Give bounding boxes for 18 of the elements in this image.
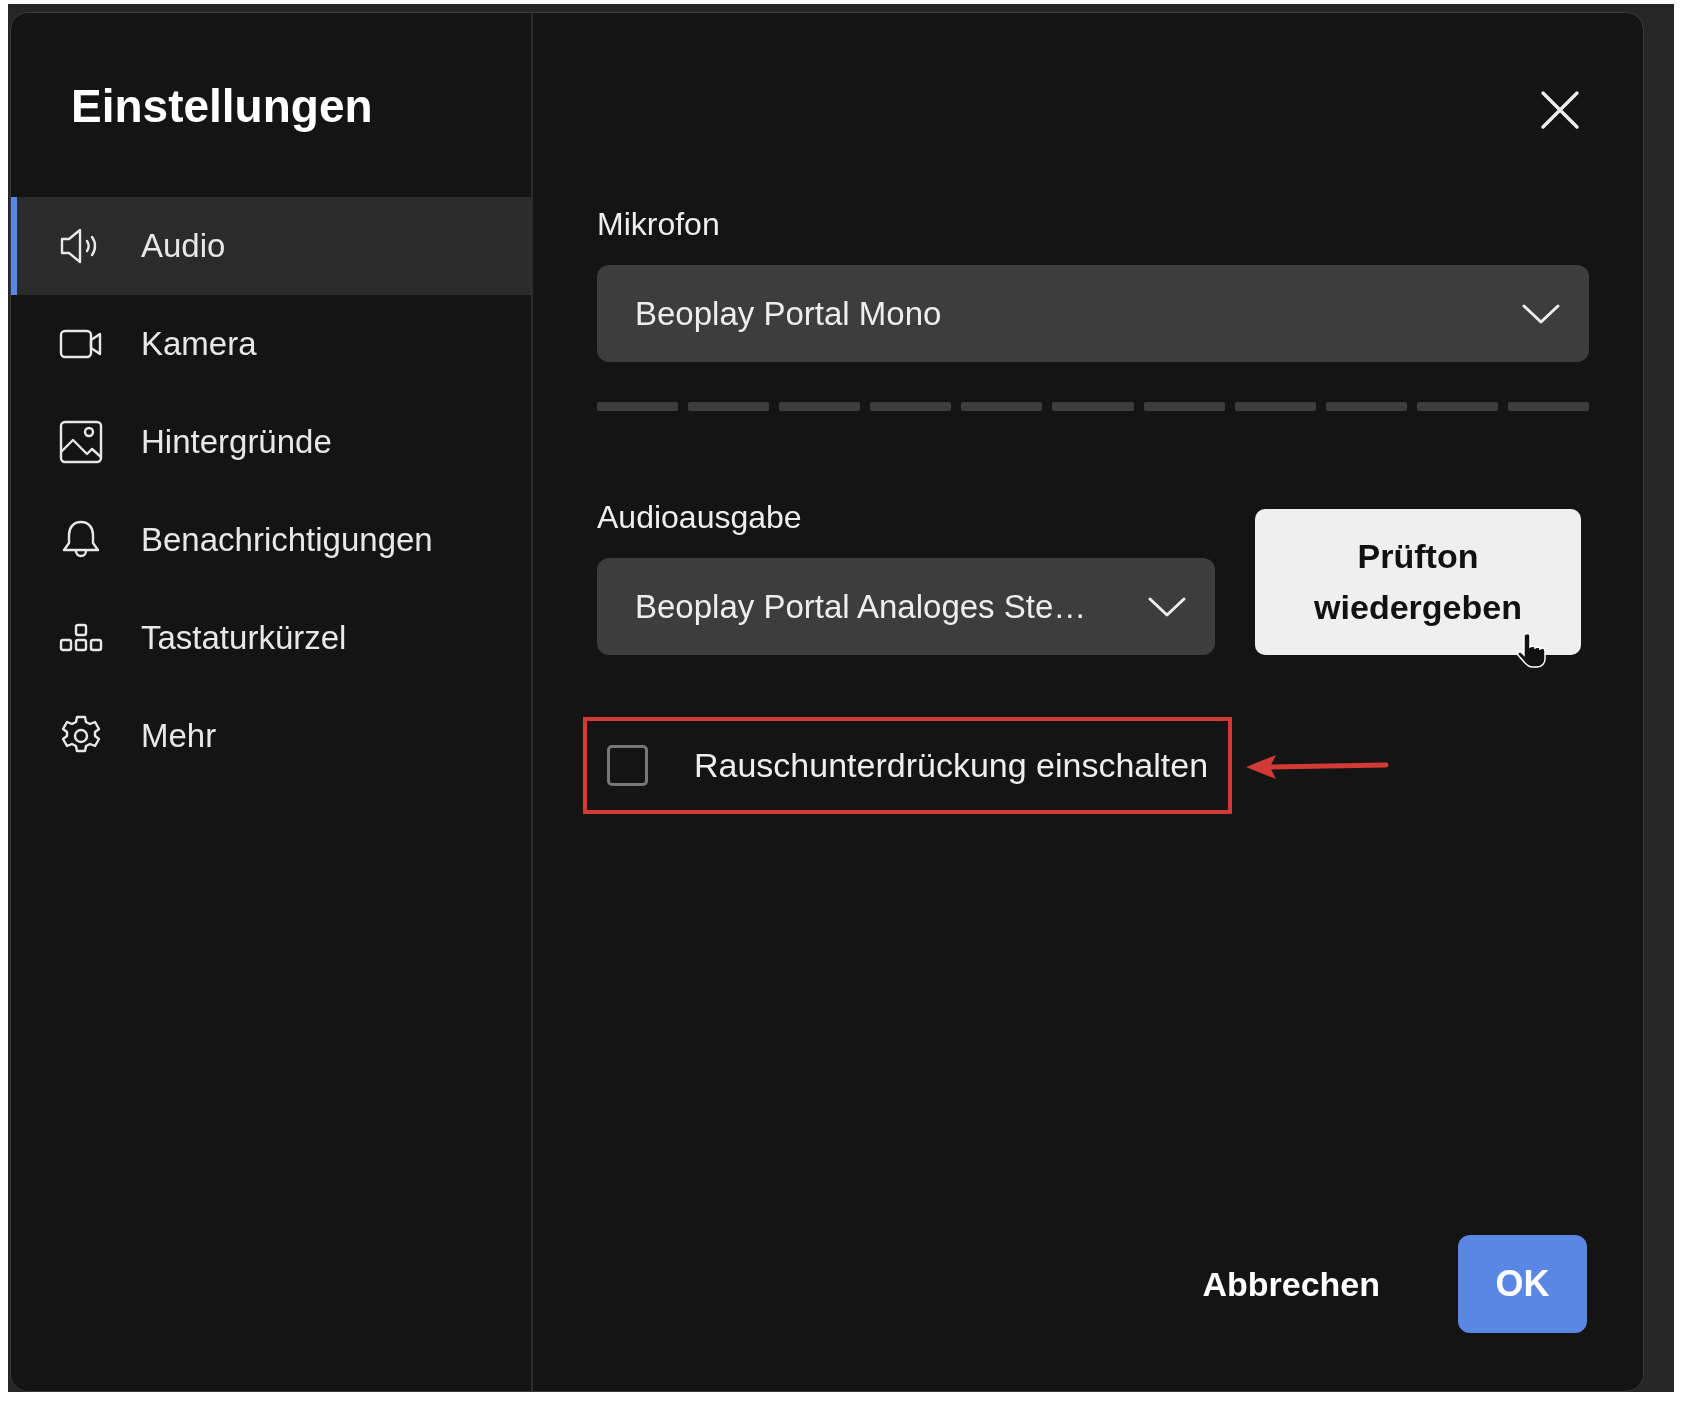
close-icon[interactable] (1539, 89, 1581, 131)
field-label: Audioausgabe (597, 499, 803, 536)
nav-item[interactable]: Hintergründe (11, 393, 531, 491)
microphone-dropdown[interactable]: Beoplay Portal Mono (597, 265, 1589, 362)
nav-item[interactable]: Kamera (11, 295, 531, 393)
field-label: Mikrofon (597, 206, 721, 243)
nav-item[interactable]: Tastaturkürzel (11, 589, 531, 687)
checkbox-label: Rauschunterdrückung einschalten (694, 746, 1209, 785)
nav-item[interactable]: Mehr (11, 687, 531, 785)
ok-button[interactable]: OK (1458, 1235, 1587, 1333)
nav-item[interactable]: Audio (11, 197, 531, 295)
cancel-button[interactable]: Abbrechen (1202, 1264, 1380, 1304)
hand-cursor-icon (1517, 631, 1547, 669)
nav-item[interactable]: Benachrichtigungen (11, 491, 531, 589)
image-icon (59, 420, 103, 464)
checkbox[interactable] (607, 745, 648, 786)
dialog-title: Einstellungen (71, 79, 374, 134)
output-dropdown[interactable]: Beoplay Portal Analoges Ste… (597, 558, 1215, 655)
